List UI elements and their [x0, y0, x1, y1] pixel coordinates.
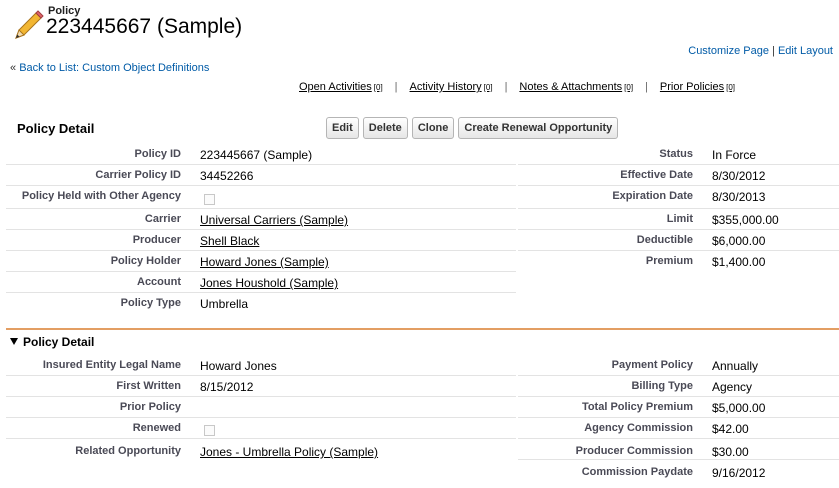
related-separator: | [504, 81, 508, 93]
field-value: $5,000.00 [712, 401, 766, 415]
field-label: First Written [116, 380, 181, 392]
page-links: Customize Page | Edit Layout [688, 45, 833, 57]
field-value: $6,000.00 [712, 234, 766, 248]
edit-layout-link[interactable]: Edit Layout [778, 45, 833, 57]
back-to-list: « Back to List: Custom Object Definition… [10, 62, 209, 74]
related-link-activity-history[interactable]: Activity History [410, 81, 482, 93]
field-value: Howard Jones [200, 359, 277, 373]
field-label: Producer Commission [575, 445, 693, 457]
field-value: 8/15/2012 [200, 380, 254, 394]
checkbox-unchecked [204, 194, 215, 205]
field-row [6, 293, 516, 314]
related-separator: | [394, 81, 398, 93]
pencil-icon [15, 10, 44, 39]
related-opportunity-link[interactable]: Jones - Umbrella Policy (Sample) [200, 445, 378, 459]
field-label: Policy Held with Other Agency [21, 190, 181, 202]
field-value: In Force [712, 148, 757, 162]
field-label: Deductible [636, 234, 693, 246]
customize-page-link[interactable]: Customize Page [688, 45, 769, 57]
field-label: Total Policy Premium [581, 401, 693, 413]
field-row [6, 418, 516, 439]
field-label: Payment Policy [611, 359, 693, 371]
field-label: Agency Commission [584, 422, 693, 434]
field-value: 8/30/2012 [712, 169, 766, 183]
button-bar: Edit Delete Clone Create Renewal Opportu… [326, 117, 619, 139]
related-count: [0] [483, 83, 493, 92]
field-row [6, 165, 516, 186]
field-label: Prior Policy [119, 401, 181, 413]
link-separator: | [772, 45, 775, 57]
related-separator: | [645, 81, 648, 93]
field-value: $30.00 [712, 445, 749, 459]
policy-holder-link[interactable]: Howard Jones (Sample) [200, 255, 329, 269]
field-label: Policy Type [120, 297, 181, 309]
field-value: 8/30/2013 [712, 190, 766, 204]
related-link-open-activities[interactable]: Open Activities [299, 81, 372, 93]
section-title: Policy Detail [23, 335, 95, 349]
field-label: Billing Type [631, 380, 693, 392]
field-value: 34452266 [200, 169, 254, 183]
field-value: $355,000.00 [712, 213, 779, 227]
field-label: Insured Entity Legal Name [42, 359, 181, 371]
field-label: Premium [645, 255, 693, 267]
field-label: Policy Holder [110, 255, 181, 267]
back-chevron-icon: « [10, 62, 17, 74]
carrier-link[interactable]: Universal Carriers (Sample) [200, 213, 348, 227]
back-to-list-link[interactable]: Back to List: Custom Object Definitions [19, 62, 209, 74]
field-label: Related Opportunity [75, 445, 181, 457]
related-count: [0] [373, 83, 383, 92]
field-value: Umbrella [200, 297, 249, 311]
field-row [6, 376, 516, 397]
related-count: [0] [726, 83, 735, 92]
field-label: Carrier Policy ID [95, 169, 181, 181]
field-label: Producer [132, 234, 181, 246]
related-link-prior-policies[interactable]: Prior Policies [660, 81, 724, 93]
field-value: Annually [712, 359, 759, 373]
field-label: Effective Date [620, 169, 693, 181]
page-title: 223445667 (Sample) [46, 15, 243, 38]
section-toggle[interactable]: Policy Detail [10, 335, 94, 349]
field-value: 9/16/2012 [712, 466, 766, 480]
field-label: Carrier [144, 213, 181, 225]
field-label: Expiration Date [612, 190, 693, 202]
producer-link[interactable]: Shell Black [200, 234, 259, 248]
field-label: Policy ID [134, 148, 181, 160]
collapse-triangle-icon [10, 338, 18, 345]
field-label: Renewed [132, 422, 181, 434]
related-list-links: Open Activities [0] | Activity History [0] | N… [299, 81, 735, 93]
related-link-notes-attachments[interactable]: Notes & Attachments [519, 81, 622, 93]
field-label: Status [659, 148, 693, 160]
field-row [6, 230, 516, 251]
edit-button[interactable]: Edit [326, 117, 359, 139]
field-value: $42.00 [712, 422, 749, 436]
account-link[interactable]: Jones Houshold (Sample) [200, 276, 338, 290]
field-row [6, 397, 516, 418]
checkbox-unchecked [204, 425, 215, 436]
field-label: Limit [666, 213, 693, 225]
field-value: 223445667 (Sample) [200, 148, 313, 162]
section-divider [6, 328, 839, 330]
field-value: $1,400.00 [712, 255, 766, 269]
field-label: Account [137, 276, 181, 288]
related-count: [0] [624, 83, 634, 92]
delete-button[interactable]: Delete [362, 117, 408, 139]
field-value: Agency [712, 380, 753, 394]
clone-button[interactable]: Clone [411, 117, 455, 139]
section-title: Policy Detail [17, 121, 95, 136]
create-renewal-opportunity-button[interactable]: Create Renewal Opportunity [458, 117, 619, 139]
field-label: Commission Paydate [581, 466, 693, 478]
